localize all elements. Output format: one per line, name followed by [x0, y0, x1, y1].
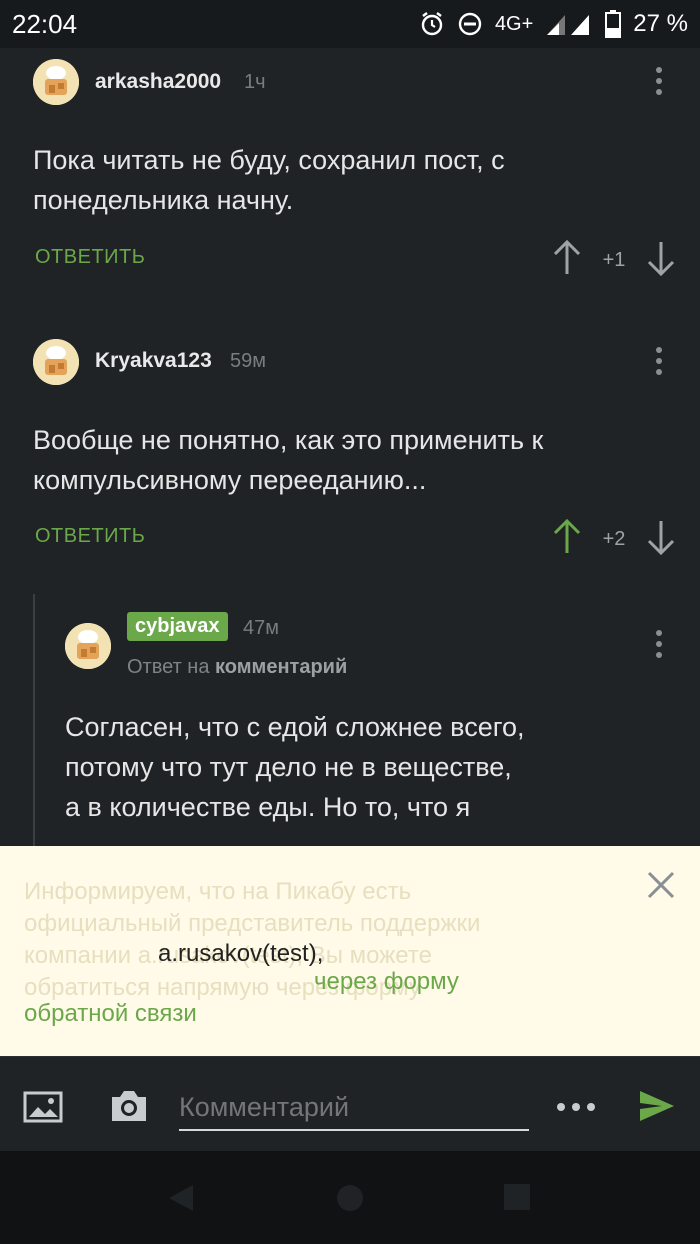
- downvote-arrow-icon[interactable]: [644, 519, 678, 560]
- image-icon[interactable]: [23, 1091, 63, 1128]
- recents-icon[interactable]: [503, 1183, 531, 1216]
- support-banner: Информируем, что на Пикабу есть официаль…: [0, 846, 700, 1056]
- status-bar: 22:04 4G+ 27 %: [0, 0, 700, 48]
- reply-button[interactable]: ОТВЕТИТЬ: [35, 525, 145, 548]
- comment-time: 1ч: [244, 71, 266, 93]
- do-not-disturb-icon: [457, 11, 483, 37]
- comment-text: Пока читать не буду, сохранил пост, с по…: [33, 145, 505, 215]
- comment-time: 47м: [243, 617, 279, 639]
- home-icon[interactable]: [335, 1183, 365, 1218]
- system-nav-bar: [0, 1151, 700, 1244]
- status-time: 22:04: [12, 8, 78, 39]
- comment-author[interactable]: arkasha2000: [95, 70, 221, 94]
- comment-menu-icon[interactable]: [655, 67, 663, 95]
- camera-icon[interactable]: [108, 1087, 150, 1130]
- network-type: 4G+: [494, 12, 534, 35]
- feedback-link[interactable]: через форму: [314, 968, 459, 996]
- comment-input-bar: [0, 1056, 700, 1152]
- more-horizontal-icon[interactable]: [556, 1099, 596, 1117]
- reply-button[interactable]: ОТВЕТИТЬ: [35, 246, 145, 269]
- reply-to-label[interactable]: Ответ на комментарий: [127, 656, 347, 679]
- downvote-arrow-icon[interactable]: [644, 240, 678, 281]
- upvote-arrow-icon[interactable]: [550, 518, 584, 560]
- avatar[interactable]: [65, 623, 111, 669]
- signal-icon: [545, 11, 593, 37]
- vote-score: +2: [602, 528, 626, 550]
- upvote-arrow-icon[interactable]: [550, 239, 584, 281]
- comment-text: Вообще не понятно, как это применить к к…: [33, 425, 544, 495]
- comment-menu-icon[interactable]: [655, 347, 663, 375]
- battery-icon: [605, 10, 622, 38]
- battery-percent: 27 %: [633, 10, 688, 37]
- vote-score: +1: [602, 249, 626, 271]
- comment-input[interactable]: [179, 1085, 529, 1131]
- author-badge[interactable]: cybjavax: [127, 612, 228, 641]
- comment-menu-icon[interactable]: [655, 630, 663, 658]
- banner-username: a.rusakov(test),: [158, 940, 324, 967]
- comment-text: Согласен, что с едой сложнее всего, пото…: [65, 712, 525, 822]
- comment-author[interactable]: Kryakva123: [95, 349, 212, 373]
- thread-line: [33, 594, 35, 854]
- back-icon[interactable]: [167, 1183, 195, 1218]
- send-icon[interactable]: [638, 1089, 676, 1128]
- feedback-link-line2[interactable]: обратной связи: [24, 1000, 197, 1028]
- comment-time: 59м: [230, 350, 266, 372]
- close-icon[interactable]: [646, 870, 676, 905]
- alarm-icon: [419, 11, 445, 37]
- avatar[interactable]: [33, 59, 79, 105]
- avatar[interactable]: [33, 339, 79, 385]
